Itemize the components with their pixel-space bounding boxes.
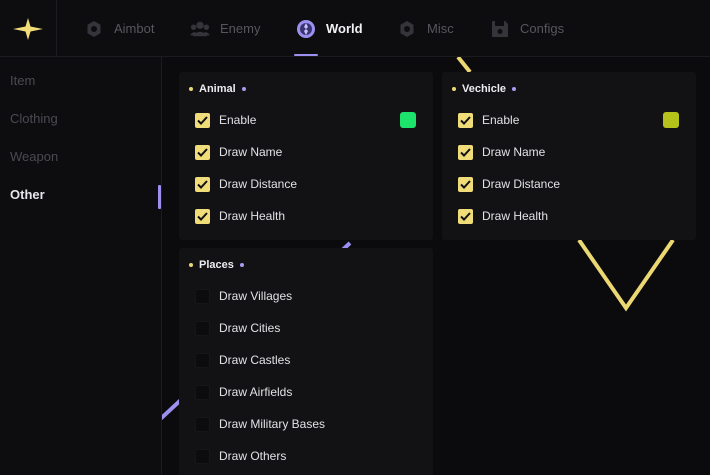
tab-label: Enemy xyxy=(220,21,261,36)
dot-icon xyxy=(452,87,456,91)
option-label: Enable xyxy=(482,113,520,127)
tab-enemy[interactable]: Enemy xyxy=(190,0,260,57)
checkbox-checked-icon xyxy=(458,176,473,192)
checkbox-unchecked-icon xyxy=(195,352,210,368)
checkbox-checked-icon xyxy=(195,144,210,160)
vehicle-draw-distance-checkbox[interactable]: Draw Distance xyxy=(458,176,560,192)
places-draw-military-bases-checkbox[interactable]: Draw Military Bases xyxy=(195,416,325,432)
vehicle-panel: Vechicle Enable Draw Name Draw Distance … xyxy=(442,72,696,240)
sidebar-item-weapon[interactable]: Weapon xyxy=(10,149,58,164)
vehicle-draw-name-checkbox[interactable]: Draw Name xyxy=(458,144,545,160)
option-label: Enable xyxy=(219,113,257,127)
active-tab-indicator xyxy=(294,54,318,56)
option-label: Draw Name xyxy=(482,145,546,159)
tab-misc[interactable]: Misc xyxy=(397,0,454,57)
animal-draw-health-checkbox[interactable]: Draw Health xyxy=(195,208,285,224)
tab-aimbot[interactable]: Aimbot xyxy=(84,0,154,57)
places-draw-cities-checkbox[interactable]: Draw Cities xyxy=(195,320,280,336)
option-label: Draw Name xyxy=(219,145,283,159)
option-label: Draw Health xyxy=(219,209,286,223)
option-label: Draw Others xyxy=(219,449,287,463)
tab-label: Misc xyxy=(427,21,454,36)
sidebar: Item Clothing Weapon Other xyxy=(0,57,162,475)
animal-panel: Animal Enable Draw Name Draw Distance Dr… xyxy=(179,72,433,240)
save-icon xyxy=(490,19,510,39)
places-panel: Places Draw Villages Draw Cities Draw Ca… xyxy=(179,248,433,475)
checkbox-unchecked-icon xyxy=(195,416,210,432)
animal-color-picker[interactable] xyxy=(400,112,416,128)
users-icon xyxy=(190,19,210,39)
places-draw-others-checkbox[interactable]: Draw Others xyxy=(195,448,286,464)
gear-icon xyxy=(84,19,104,39)
top-bar: Aimbot Enemy World Misc Configs xyxy=(0,0,710,57)
checkbox-unchecked-icon xyxy=(195,448,210,464)
option-label: Draw Health xyxy=(482,209,549,223)
panel-title: Places xyxy=(199,259,234,271)
animal-enable-checkbox[interactable]: Enable xyxy=(195,112,256,128)
option-label: Draw Airfields xyxy=(219,385,293,399)
animal-draw-distance-checkbox[interactable]: Draw Distance xyxy=(195,176,297,192)
vehicle-draw-health-checkbox[interactable]: Draw Health xyxy=(458,208,548,224)
tab-label: World xyxy=(326,21,363,36)
option-label: Draw Distance xyxy=(219,177,298,191)
panel-header: Places xyxy=(189,259,244,271)
panel-header: Vechicle xyxy=(452,83,517,95)
sidebar-active-indicator xyxy=(158,185,161,209)
sidebar-item-clothing[interactable]: Clothing xyxy=(10,111,58,126)
checkbox-checked-icon xyxy=(195,208,210,224)
dot-icon xyxy=(512,87,517,91)
globe-icon xyxy=(296,19,316,39)
checkbox-checked-icon xyxy=(195,112,210,128)
checkbox-checked-icon xyxy=(458,112,473,128)
checkbox-unchecked-icon xyxy=(195,288,210,304)
places-draw-castles-checkbox[interactable]: Draw Castles xyxy=(195,352,290,368)
dot-icon xyxy=(239,263,244,267)
option-label: Draw Cities xyxy=(219,321,281,335)
panel-title: Vechicle xyxy=(462,83,507,95)
sidebar-item-item[interactable]: Item xyxy=(10,73,35,88)
checkbox-unchecked-icon xyxy=(195,320,210,336)
checkbox-unchecked-icon xyxy=(195,384,210,400)
star-logo-icon xyxy=(13,17,43,40)
option-label: Draw Military Bases xyxy=(219,417,326,431)
sidebar-item-other[interactable]: Other xyxy=(10,187,45,202)
gear-icon xyxy=(397,19,417,39)
checkbox-checked-icon xyxy=(458,144,473,160)
vehicle-enable-checkbox[interactable]: Enable xyxy=(458,112,519,128)
animal-draw-name-checkbox[interactable]: Draw Name xyxy=(195,144,282,160)
option-label: Draw Castles xyxy=(219,353,291,367)
places-draw-airfields-checkbox[interactable]: Draw Airfields xyxy=(195,384,292,400)
tab-label: Aimbot xyxy=(114,21,155,36)
option-label: Draw Distance xyxy=(482,177,561,191)
tab-configs[interactable]: Configs xyxy=(490,0,564,57)
tab-world[interactable]: World xyxy=(296,0,363,57)
panel-title: Animal xyxy=(199,83,236,95)
checkbox-checked-icon xyxy=(195,176,210,192)
places-draw-villages-checkbox[interactable]: Draw Villages xyxy=(195,288,292,304)
tab-label: Configs xyxy=(520,21,565,36)
panel-header: Animal xyxy=(189,83,246,95)
checkbox-checked-icon xyxy=(458,208,473,224)
logo xyxy=(0,0,57,57)
dot-icon xyxy=(241,87,246,91)
dot-icon xyxy=(189,263,193,267)
option-label: Draw Villages xyxy=(219,289,293,303)
vehicle-color-picker[interactable] xyxy=(663,112,679,128)
dot-icon xyxy=(189,87,193,91)
